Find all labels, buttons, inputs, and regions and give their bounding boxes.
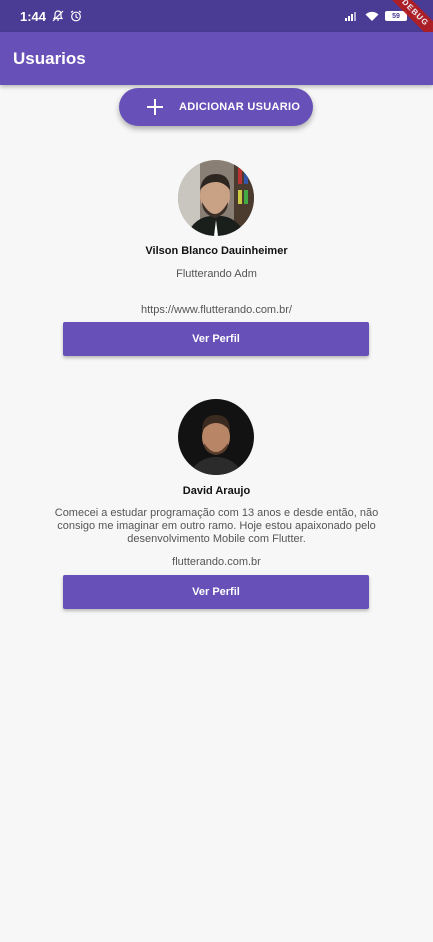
signal-icon (345, 11, 359, 21)
avatar (178, 160, 254, 236)
view-profile-button[interactable]: Ver Perfil (63, 322, 369, 356)
user-name: David Araujo (182, 485, 251, 497)
page-title: Usuarios (13, 48, 86, 68)
status-bar: 1:44 59 DEBUG (0, 0, 433, 47)
user-name: Vilson Blanco Dauinheimer (145, 245, 288, 257)
alarm-icon (70, 10, 82, 22)
user-bio: Flutterando Adm (176, 268, 257, 280)
add-user-button[interactable]: ADICIONAR USUARIO (119, 88, 313, 126)
user-site: flutterando.com.br (172, 556, 261, 568)
user-bio: Comecei a estudar programação com 13 ano… (54, 507, 379, 545)
add-user-label: ADICIONAR USUARIO (179, 101, 301, 113)
wifi-icon (365, 11, 379, 22)
user-site: https://www.flutterando.com.br/ (140, 304, 292, 316)
status-time: 1:44 (20, 8, 47, 24)
view-profile-button[interactable]: Ver Perfil (63, 575, 369, 609)
app-bar: Usuarios (0, 32, 433, 85)
plus-icon (145, 97, 165, 117)
avatar (178, 399, 254, 475)
notifications-off-icon (52, 10, 64, 22)
